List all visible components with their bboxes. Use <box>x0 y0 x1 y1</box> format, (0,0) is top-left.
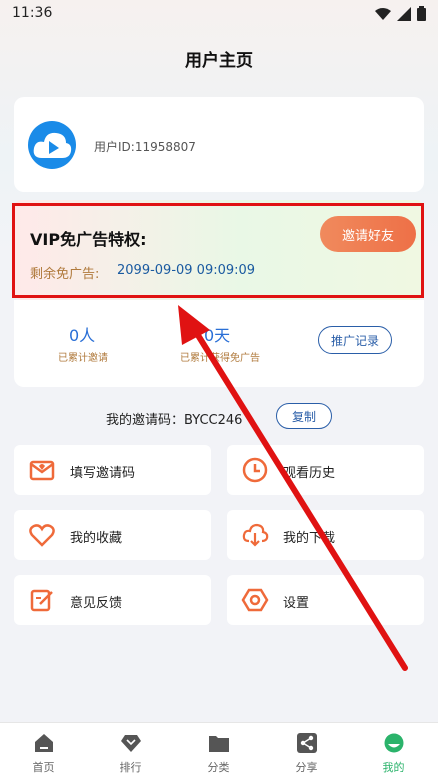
profile-card: 用户ID:11958807 <box>14 97 424 192</box>
promotion-record-button[interactable]: 推广记录 <box>318 326 392 354</box>
nav-ranking[interactable]: 排行 <box>87 723 174 779</box>
menu-item-feedback[interactable]: 意见反馈 <box>14 575 211 625</box>
menu-item-label: 我的下载 <box>283 531 336 546</box>
nav-label: 分类 <box>207 761 230 774</box>
invite-friend-button[interactable]: 邀请好友 <box>320 216 416 252</box>
edit-icon <box>30 589 53 612</box>
envelope-icon <box>29 460 55 481</box>
cloud-play-icon <box>33 132 72 158</box>
menu-item-label: 设置 <box>283 596 310 611</box>
status-icons <box>375 6 426 21</box>
nav-share[interactable]: 分享 <box>263 723 350 779</box>
nav-mine[interactable]: 我的 <box>350 723 437 779</box>
status-time: 11:36 <box>12 5 53 21</box>
status-bar: 11:36 <box>0 0 438 28</box>
invite-code: 我的邀请码：BYCC246 <box>106 413 243 428</box>
bottom-nav: 首页 排行 分类 分享 我的 <box>0 722 438 779</box>
menu-item-watch-history[interactable]: 观看历史 <box>227 445 424 495</box>
ranking-icon <box>121 735 141 752</box>
nav-label: 首页 <box>32 761 55 774</box>
menu-item-label: 填写邀请码 <box>70 466 136 481</box>
cloud-download-icon <box>242 523 269 547</box>
menu-item-favorites[interactable]: 我的收藏 <box>14 510 211 560</box>
vip-remaining-label: 剩余免广告: <box>30 267 100 282</box>
avatar[interactable] <box>28 121 76 169</box>
vip-title: VIP免广告特权: <box>30 230 147 249</box>
menu-item-downloads[interactable]: 我的下载 <box>227 510 424 560</box>
home-icon <box>35 734 53 752</box>
profile-icon <box>384 733 404 753</box>
user-id: 用户ID:11958807 <box>94 140 196 154</box>
clock-icon <box>242 457 268 483</box>
page-title: 用户主页 <box>185 51 253 71</box>
nav-label: 排行 <box>119 761 142 774</box>
menu-item-fill-invite-code[interactable]: 填写邀请码 <box>14 445 211 495</box>
nav-label: 分享 <box>295 761 318 774</box>
menu-item-settings[interactable]: 设置 <box>227 575 424 625</box>
menu-item-label: 意见反馈 <box>70 596 123 611</box>
folder-icon <box>209 736 229 752</box>
nav-category[interactable]: 分类 <box>175 723 262 779</box>
gear-icon <box>241 588 269 612</box>
ad-free-days: 0天 <box>204 326 231 345</box>
vip-remaining-value: 2099-09-09 09:09:09 <box>117 263 256 278</box>
battery-icon <box>417 6 426 21</box>
nav-home[interactable]: 首页 <box>0 723 87 779</box>
copy-button[interactable]: 复制 <box>276 403 332 429</box>
menu-item-label: 观看历史 <box>283 466 336 481</box>
signal-icon <box>397 6 411 21</box>
ad-free-days-label: 已累计获得免广告 <box>180 353 260 364</box>
invite-count: 0人 <box>69 326 96 345</box>
heart-icon <box>29 524 55 547</box>
wifi-icon <box>375 7 391 20</box>
invite-count-label: 已累计邀请 <box>58 353 108 364</box>
menu-item-label: 我的收藏 <box>70 531 123 546</box>
share-icon <box>297 733 317 753</box>
nav-label: 我的 <box>382 761 405 774</box>
